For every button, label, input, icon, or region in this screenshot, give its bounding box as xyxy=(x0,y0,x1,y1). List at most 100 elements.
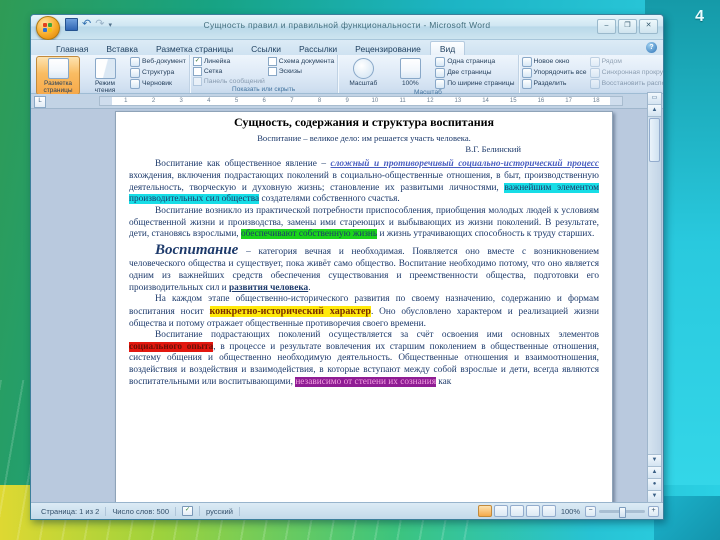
maximize-button[interactable]: ❐ xyxy=(618,19,637,34)
scrollbar-thumb[interactable] xyxy=(649,118,660,162)
ruler-number: 8 xyxy=(317,98,322,104)
document-map-checkbox-icon xyxy=(267,57,277,66)
page-indicator[interactable]: Страница: 1 из 2 xyxy=(35,506,107,516)
zoom-label: Масштаб xyxy=(349,80,378,87)
ruler-number: 7 xyxy=(290,98,294,104)
reset-window-position-icon xyxy=(589,79,600,89)
outline-view-label: Структура xyxy=(142,69,175,76)
web-layout-button[interactable]: Веб-документ xyxy=(130,57,186,67)
text-run: как xyxy=(435,376,452,387)
tab-review[interactable]: Рецензирование xyxy=(346,42,430,55)
new-window-button[interactable]: Новое окно xyxy=(521,57,587,67)
outline-view-icon xyxy=(130,68,140,78)
title-bar[interactable]: ↶ ↷ ▾ Сущность правил и правильной функц… xyxy=(31,15,663,40)
full-screen-reading-label: Режим чтения xyxy=(94,80,116,94)
zoom-slider-thumb[interactable] xyxy=(619,506,626,518)
page-width-button[interactable]: По ширине страницы xyxy=(435,79,515,89)
paragraph: Воспитание как общественное явление – сл… xyxy=(129,159,599,205)
zoom-out-button[interactable]: − xyxy=(585,505,596,517)
one-page-icon xyxy=(435,57,446,67)
ribbon: Разметка страницы Режим чтения Веб-докумен… xyxy=(31,55,664,108)
synchronous-scrolling-label: Синхронная прокрутка xyxy=(601,69,664,76)
document-map-checkbox[interactable]: Схема документа xyxy=(267,57,334,66)
arrange-all-icon xyxy=(521,68,532,78)
draft-view-button[interactable]: Черновик xyxy=(130,79,186,89)
text-run: Воспитание как общественное явление – xyxy=(155,159,331,170)
document-area: Сущность, содержания и структура воспита… xyxy=(31,109,663,502)
proofing-status[interactable]: ✓ xyxy=(176,506,201,516)
document-body: Воспитание как общественное явление – сл… xyxy=(129,159,599,388)
thumbnails-label: Эскизы xyxy=(278,68,302,75)
text-run: . xyxy=(308,282,311,293)
minimize-button[interactable]: – xyxy=(597,19,616,34)
arrange-all-button[interactable]: Упорядочить все xyxy=(521,68,587,78)
tab-mailings[interactable]: Рассылки xyxy=(290,42,346,55)
zoom-level[interactable]: 100% xyxy=(561,507,580,516)
full-screen-reading-button[interactable]: Режим чтения xyxy=(83,56,127,95)
web-layout-view-button[interactable] xyxy=(509,505,524,517)
tab-references[interactable]: Ссылки xyxy=(242,42,290,55)
full-screen-reading-view-button[interactable] xyxy=(493,505,508,517)
previous-page-icon[interactable]: ▲ xyxy=(648,466,661,478)
zoom-slider[interactable] xyxy=(599,506,645,518)
split-button[interactable]: Разделить xyxy=(521,79,587,89)
gridlines-label: Сетка xyxy=(203,68,223,75)
outline-view-button[interactable]: Структура xyxy=(130,68,186,78)
group-label-show-hide: Показать или скрыть xyxy=(232,86,296,93)
next-page-icon[interactable]: ▼ xyxy=(648,490,661,502)
tab-selector[interactable]: L xyxy=(34,96,46,108)
one-page-button[interactable]: Одна страница xyxy=(435,57,514,67)
ruler-right-margin[interactable] xyxy=(610,97,622,105)
zoom-icon xyxy=(352,58,374,79)
tab-page-layout[interactable]: Разметка страницы xyxy=(147,42,242,55)
zoom-button[interactable]: Масштаб xyxy=(341,56,385,88)
text-run: создателями собственного счастья. xyxy=(259,194,400,205)
thumbnails-checkbox[interactable]: Эскизы xyxy=(267,67,335,76)
epigraph: Воспитание – великое дело: им решается у… xyxy=(129,133,599,154)
scrollbar-track[interactable] xyxy=(648,163,661,454)
ruler-label: Линейка xyxy=(203,58,231,65)
zoom-in-button[interactable]: + xyxy=(648,505,659,517)
language[interactable]: русский xyxy=(200,506,240,516)
view-shortcuts xyxy=(477,505,556,517)
draft-view-button[interactable] xyxy=(541,505,556,517)
ruler-left-margin[interactable] xyxy=(100,97,112,105)
select-browse-object-icon[interactable]: ● xyxy=(648,478,661,490)
ruler-numbers: 1 2 3 4 5 6 7 8 9 10 11 12 13 14 15 16 17 18 xyxy=(112,97,610,105)
two-pages-label: Две страницы xyxy=(447,69,492,76)
window-title: Сущность правил и правильной функциональ… xyxy=(203,20,491,30)
paragraph: Воспитание возникло из практической потр… xyxy=(129,206,599,241)
message-bar-checkbox: Панель сообщений xyxy=(192,77,265,86)
word-count[interactable]: Число слов: 500 xyxy=(106,506,177,516)
scroll-down-icon[interactable]: ▼ xyxy=(648,454,661,466)
vertical-scrollbar[interactable]: ▭ ▲ ▼ ▲ ● ▼ xyxy=(647,92,662,503)
slide-number: 4 xyxy=(695,8,704,25)
ruler-number: 11 xyxy=(399,98,406,104)
synchronous-scrolling-button: Синхронная прокрутка xyxy=(589,68,664,78)
paragraph: Воспитание подрастающих поколений осущес… xyxy=(129,330,599,388)
two-pages-button[interactable]: Две страницы xyxy=(435,68,514,78)
tab-home[interactable]: Главная xyxy=(47,42,97,55)
ruler-number: 18 xyxy=(592,98,600,104)
outline-view-button[interactable] xyxy=(525,505,540,517)
print-layout-button[interactable]: Разметка страницы xyxy=(36,56,80,95)
reset-window-position-label: Восстановить расположение окна xyxy=(601,80,663,87)
text-run: Воспитание подрастающих поколений осущес… xyxy=(155,330,599,341)
tab-view[interactable]: Вид xyxy=(429,41,466,55)
close-button[interactable]: ✕ xyxy=(639,19,658,34)
gridlines-checkbox[interactable]: Сетка xyxy=(192,67,265,76)
print-layout-view-button[interactable] xyxy=(477,505,492,517)
zoom-100-button[interactable]: 100% xyxy=(388,56,432,88)
ruler-number: 14 xyxy=(482,98,489,104)
status-bar: Страница: 1 из 2 Число слов: 500 ✓ русский … xyxy=(31,502,663,519)
two-pages-icon xyxy=(435,68,446,78)
document-page[interactable]: Сущность, содержания и структура воспита… xyxy=(115,111,613,502)
help-icon[interactable]: ? xyxy=(646,42,657,53)
language-label: русский xyxy=(206,506,233,516)
scroll-up-icon[interactable]: ▲ xyxy=(648,105,661,117)
new-window-icon xyxy=(521,57,532,67)
new-window-label: Новое окно xyxy=(533,58,570,65)
ruler-toggle-button[interactable]: ▭ xyxy=(648,93,661,105)
ruler-checkbox[interactable]: ✓ Линейка xyxy=(192,57,265,66)
tab-insert[interactable]: Вставка xyxy=(97,42,147,55)
